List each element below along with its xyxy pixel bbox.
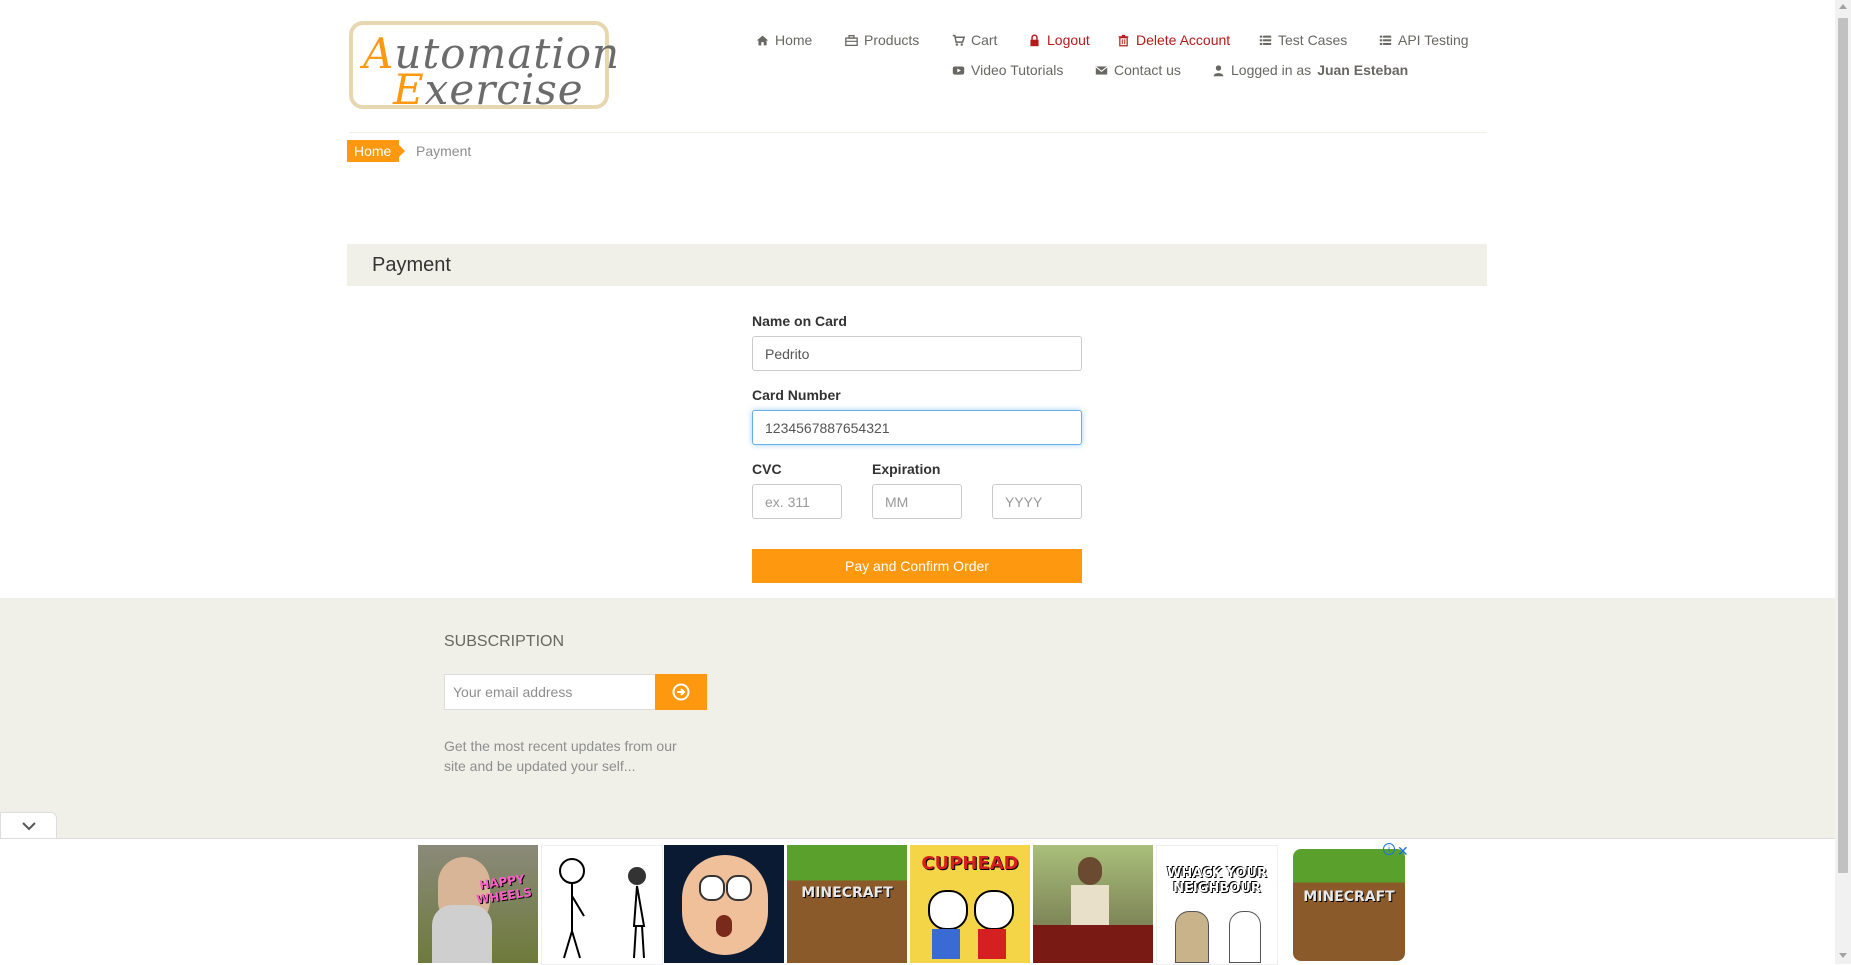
ad-mouth-shape [716,915,732,937]
products-icon [845,34,858,46]
nav-test-cases[interactable]: Test Cases [1259,32,1347,48]
nav-logged-in-as: Logged in as Juan Esteban [1212,62,1408,78]
scrollbar-thumb[interactable] [1838,18,1848,873]
ad-close-button[interactable]: ✕ [1397,843,1409,860]
nav-test-cases-label: Test Cases [1278,32,1348,48]
stickman-icon [559,858,646,959]
ad-tile-6[interactable] [1033,845,1153,963]
ad-eye-right [726,875,752,901]
nav-logout-label: Logout [1047,32,1090,48]
ad-beard-shape [432,905,492,963]
subscription-email-input[interactable] [444,674,656,710]
nav-products[interactable]: Products [845,32,919,48]
page-title: Payment [372,254,451,276]
chevron-down-icon [21,821,36,830]
card-number-label: Card Number [752,387,841,403]
ad-tile-1[interactable]: HAPPY WHEELS [418,845,538,963]
ad-tile-3[interactable] [664,845,784,963]
nav-cart[interactable]: Cart [952,32,997,48]
nav-api-testing-label: API Testing [1398,32,1469,48]
ad-person-body [1071,885,1109,925]
nav-delete-account[interactable]: Delete Account [1117,32,1230,48]
ad-head-shape [682,855,768,955]
cvc-input[interactable] [752,484,842,519]
ad-body-right [978,929,1006,959]
ad-tile-2[interactable] [541,845,663,965]
ad-tile-8[interactable]: MINECRAFT [1293,849,1405,961]
breadcrumb-current: Payment [416,143,472,159]
cart-icon [952,34,965,46]
subscription-title: SUBSCRIPTION [444,633,565,650]
logged-in-prefix: Logged in as [1231,62,1312,78]
logo-line-2: Exercise [393,65,584,114]
ad-info-icon[interactable]: i [1383,843,1395,855]
name-on-card-input[interactable] [752,336,1082,371]
envelope-icon [1095,65,1108,75]
nav-home-label: Home [775,32,813,48]
lock-icon [1030,34,1039,46]
nav-api-testing[interactable]: API Testing [1379,32,1469,48]
pay-and-confirm-button[interactable]: Pay and Confirm Order [752,549,1082,583]
youtube-play-icon [952,65,965,75]
scrollbar[interactable] [1835,0,1851,964]
ad-figure-left [1175,911,1209,963]
expiry-month-input[interactable] [872,484,962,519]
ad-tile-4-text: MINECRAFT [801,885,893,901]
scroll-up-arrow-icon[interactable] [1839,4,1847,9]
cvc-label: CVC [752,461,782,477]
ad-collapse-tab[interactable] [0,812,57,838]
nav-video-tutorials[interactable]: Video Tutorials [952,62,1063,78]
ad-tile-5-text: CUPHEAD [921,853,1019,874]
expiry-year-input[interactable] [992,484,1082,519]
ad-car-shape [1033,925,1153,963]
list-icon [1259,35,1272,45]
nav-products-label: Products [864,32,920,48]
subscribe-button[interactable] [655,674,707,710]
card-number-input[interactable] [752,410,1082,445]
nav-contact-us[interactable]: Contact us [1095,62,1181,78]
arrow-circle-right-icon [672,683,690,701]
list-icon [1379,35,1392,45]
ad-tile-8-text: MINECRAFT [1303,889,1395,905]
name-on-card-label: Name on Card [752,313,847,329]
scroll-down-arrow-icon[interactable] [1839,953,1847,958]
ad-tile-4[interactable]: MINECRAFT [787,845,907,963]
ad-figure-right [1229,911,1261,963]
breadcrumb-home[interactable]: Home [347,140,406,162]
nav-contact-us-label: Contact us [1114,62,1181,78]
ad-eye-left [699,875,725,901]
ad-cup-right [974,890,1014,930]
site-logo[interactable]: Automation Exercise [349,21,619,114]
ad-person-head [1078,857,1102,885]
user-icon [1213,64,1224,76]
ad-body-left [932,929,960,959]
ad-banner: HAPPY WHEELS MINECRAFT CUPHEAD WHACK YOU… [0,838,1835,965]
nav-cart-label: Cart [971,32,998,48]
trash-icon [1118,34,1129,46]
expiration-label: Expiration [872,461,941,477]
logged-in-username: Juan Esteban [1317,62,1409,78]
subscription-description: Get the most recent updates from our sit… [444,738,677,774]
ad-tile-7[interactable]: WHACK YOUR NEIGHBOUR [1156,845,1278,965]
ad-tile-7-text: WHACK YOUR NEIGHBOUR [1167,866,1267,896]
home-icon [756,35,769,45]
footer [0,598,1835,838]
nav-delete-account-label: Delete Account [1136,32,1231,48]
ad-tile-5[interactable]: CUPHEAD [910,845,1030,963]
nav-logout[interactable]: Logout [1028,32,1090,48]
header-divider [349,132,1487,133]
nav-home[interactable]: Home [756,32,812,48]
ad-cup-left [928,890,968,930]
payment-heading-bar: Payment [347,244,1487,286]
nav-video-tutorials-label: Video Tutorials [971,62,1064,78]
